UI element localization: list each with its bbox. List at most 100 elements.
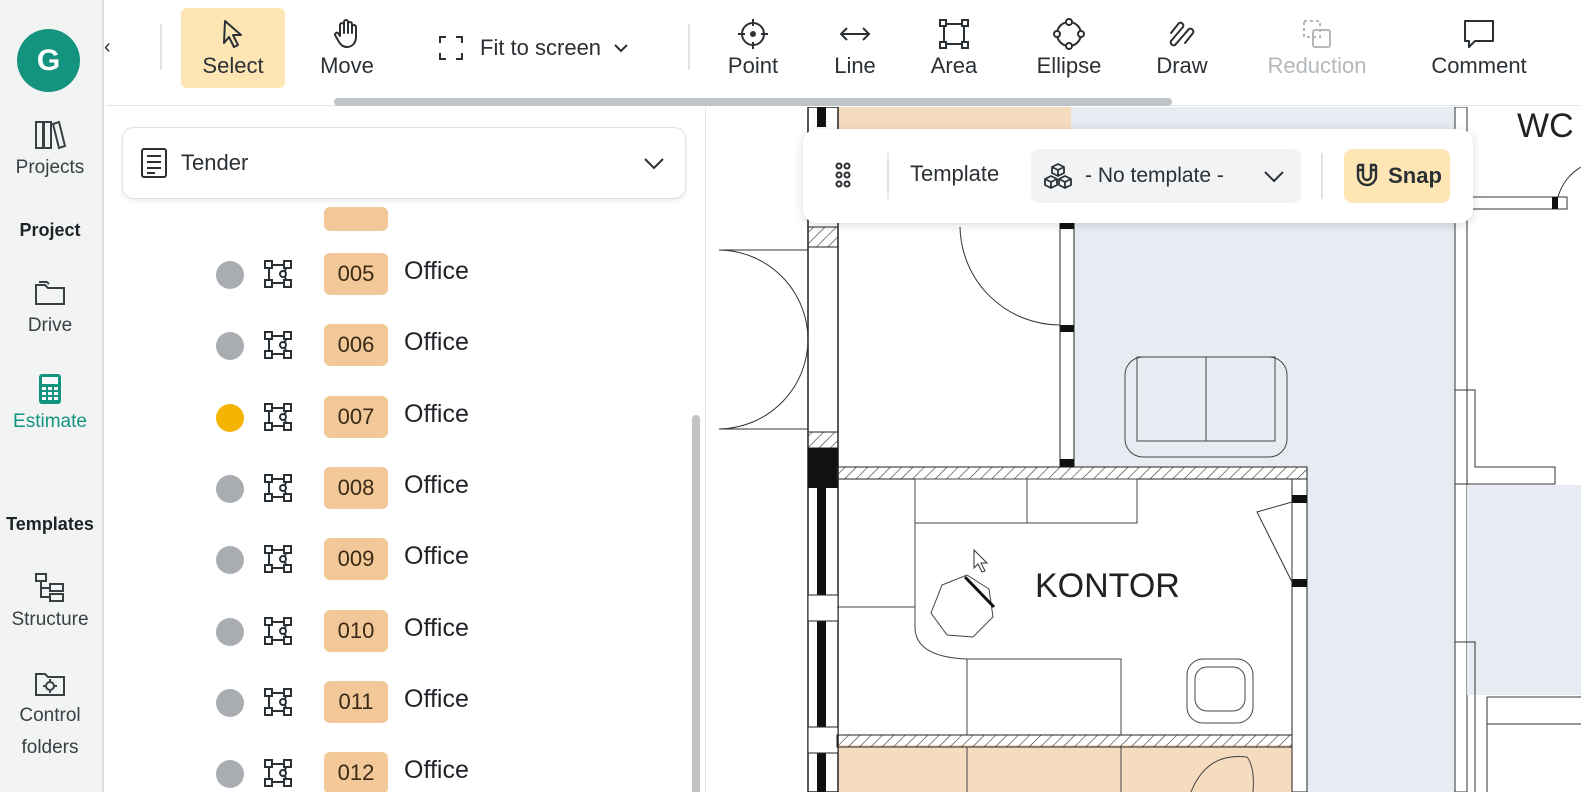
- double-arrow-icon: [839, 27, 871, 41]
- room-list-item[interactable]: 012 Office: [106, 742, 686, 792]
- room-name: Office: [404, 328, 469, 357]
- area-shape-icon: [264, 545, 292, 574]
- calculator-icon: [39, 374, 61, 404]
- area-shape-icon: [264, 759, 292, 788]
- toolbar-separator: [688, 24, 690, 70]
- chevron-down-icon: [614, 44, 628, 53]
- status-dot[interactable]: [216, 546, 244, 575]
- status-dot[interactable]: [216, 617, 244, 646]
- vertical-scrollbar[interactable]: [692, 415, 700, 792]
- room-label-kontor: KONTOR: [1035, 567, 1180, 605]
- status-dot[interactable]: [216, 474, 244, 503]
- status-dot[interactable]: [216, 688, 244, 717]
- room-area-fill[interactable]: [837, 745, 1292, 792]
- room-name: Office: [404, 257, 469, 285]
- rail-section-templates: Templates: [6, 514, 94, 534]
- template-toolbar-separator: [1321, 153, 1323, 199]
- room-name: Office: [404, 756, 469, 785]
- reduction-icon: [1303, 20, 1331, 48]
- rail-label-drive: Drive: [27, 315, 73, 336]
- rail-section-project: Project: [19, 220, 81, 240]
- room-list-item[interactable]: 009 Office: [106, 528, 686, 588]
- area-shape-icon: [264, 402, 292, 431]
- template-select[interactable]: - No template -: [1031, 149, 1301, 203]
- room-number-badge: 005: [324, 253, 388, 295]
- room-number-badge: 008: [324, 466, 388, 509]
- rail-item-estimate[interactable]: Estimate: [0, 372, 100, 438]
- structure-icon: [35, 573, 64, 602]
- room-list-item[interactable]: 006 Office: [106, 314, 686, 374]
- status-dot[interactable]: [216, 332, 244, 361]
- hand-icon: [334, 19, 357, 48]
- fit-to-screen-dropdown[interactable]: Fit to screen: [438, 30, 631, 66]
- template-select-value: - No template -: [1085, 164, 1224, 187]
- room-number-badge: 010: [324, 609, 388, 652]
- chevron-down-icon: [1264, 171, 1284, 183]
- comment-tool-label: Comment: [1431, 53, 1527, 78]
- scroll-left-indicator: ‹: [104, 36, 111, 58]
- toolbar: ‹ Select Move Fit to screen Point Line A…: [104, 0, 1581, 106]
- books-icon: [35, 120, 67, 150]
- rail-item-structure[interactable]: Structure: [0, 570, 100, 636]
- room-number-badge: 012: [324, 752, 388, 792]
- reduction-tool-label: Reduction: [1267, 53, 1367, 78]
- comment-tool-button[interactable]: Comment: [1418, 8, 1540, 88]
- area-shape-icon: [264, 616, 292, 645]
- point-tool-label: Point: [727, 53, 779, 78]
- room-number-badge: 006: [324, 324, 388, 367]
- room-name: Office: [404, 542, 469, 571]
- area-shape-icon: [264, 331, 292, 360]
- line-tool-button[interactable]: Line: [818, 8, 892, 88]
- room-name: Office: [404, 470, 469, 499]
- area-shape-icon: [264, 473, 292, 502]
- crosshair-icon: [738, 19, 768, 49]
- ellipse-icon: [1053, 18, 1085, 50]
- snap-toggle-button[interactable]: Snap: [1344, 149, 1450, 203]
- move-tool-label: Move: [320, 53, 374, 78]
- area-shape-icon: [264, 687, 292, 716]
- horizontal-scrollbar[interactable]: [334, 98, 1172, 106]
- area-tool-button[interactable]: Area: [914, 8, 994, 88]
- drag-handle-icon[interactable]: [833, 161, 861, 189]
- room-name: Office: [404, 399, 469, 428]
- room-number-badge: [324, 207, 388, 231]
- point-tool-button[interactable]: Point: [713, 8, 793, 88]
- phase-dropdown[interactable]: Tender: [122, 127, 686, 199]
- area-tool-label: Area: [930, 53, 978, 78]
- rail-item-projects[interactable]: Projects: [0, 118, 100, 184]
- room-name: Office: [404, 613, 469, 642]
- select-tool-label: Select: [202, 53, 264, 78]
- cubes-icon: [1044, 163, 1072, 189]
- rail-item-control-folders[interactable]: Control folders: [0, 666, 100, 764]
- status-dot[interactable]: [216, 403, 244, 432]
- fit-screen-icon: [439, 36, 463, 60]
- room-number-badge: 009: [324, 538, 388, 581]
- template-toolbar-separator: [887, 153, 889, 199]
- room-list-item[interactable]: 010 Office: [106, 600, 686, 660]
- rail-label-estimate: Estimate: [13, 411, 87, 432]
- document-icon: [141, 148, 167, 178]
- room-list-item[interactable]: 005 Office: [106, 243, 686, 303]
- fit-to-screen-label: Fit to screen: [480, 35, 602, 60]
- magnet-icon: [1356, 163, 1378, 187]
- status-dot[interactable]: [216, 261, 244, 289]
- room-list-item[interactable]: 007 Office: [106, 386, 686, 446]
- freehand-icon: [1169, 21, 1195, 47]
- speech-bubble-icon: [1464, 20, 1494, 48]
- move-tool-button[interactable]: Move: [304, 8, 390, 88]
- room-list-item[interactable]: 011 Office: [106, 671, 686, 731]
- draw-tool-button[interactable]: Draw: [1142, 8, 1222, 88]
- reduction-tool-button[interactable]: Reduction: [1252, 8, 1382, 88]
- room-list-item[interactable]: 008 Office: [106, 457, 686, 517]
- chevron-down-icon: [644, 158, 664, 170]
- rail-item-drive[interactable]: Drive: [0, 276, 100, 342]
- room-name: Office: [404, 684, 469, 713]
- avatar[interactable]: G: [17, 29, 80, 92]
- line-tool-label: Line: [834, 53, 876, 78]
- status-dot[interactable]: [216, 760, 244, 789]
- ellipse-tool-label: Ellipse: [1036, 53, 1102, 78]
- ellipse-tool-button[interactable]: Ellipse: [1024, 8, 1114, 88]
- phase-dropdown-value: Tender: [181, 150, 249, 175]
- select-tool-button[interactable]: Select: [181, 8, 285, 88]
- left-rail: G Projects Project Drive Estimate Templa…: [0, 0, 104, 792]
